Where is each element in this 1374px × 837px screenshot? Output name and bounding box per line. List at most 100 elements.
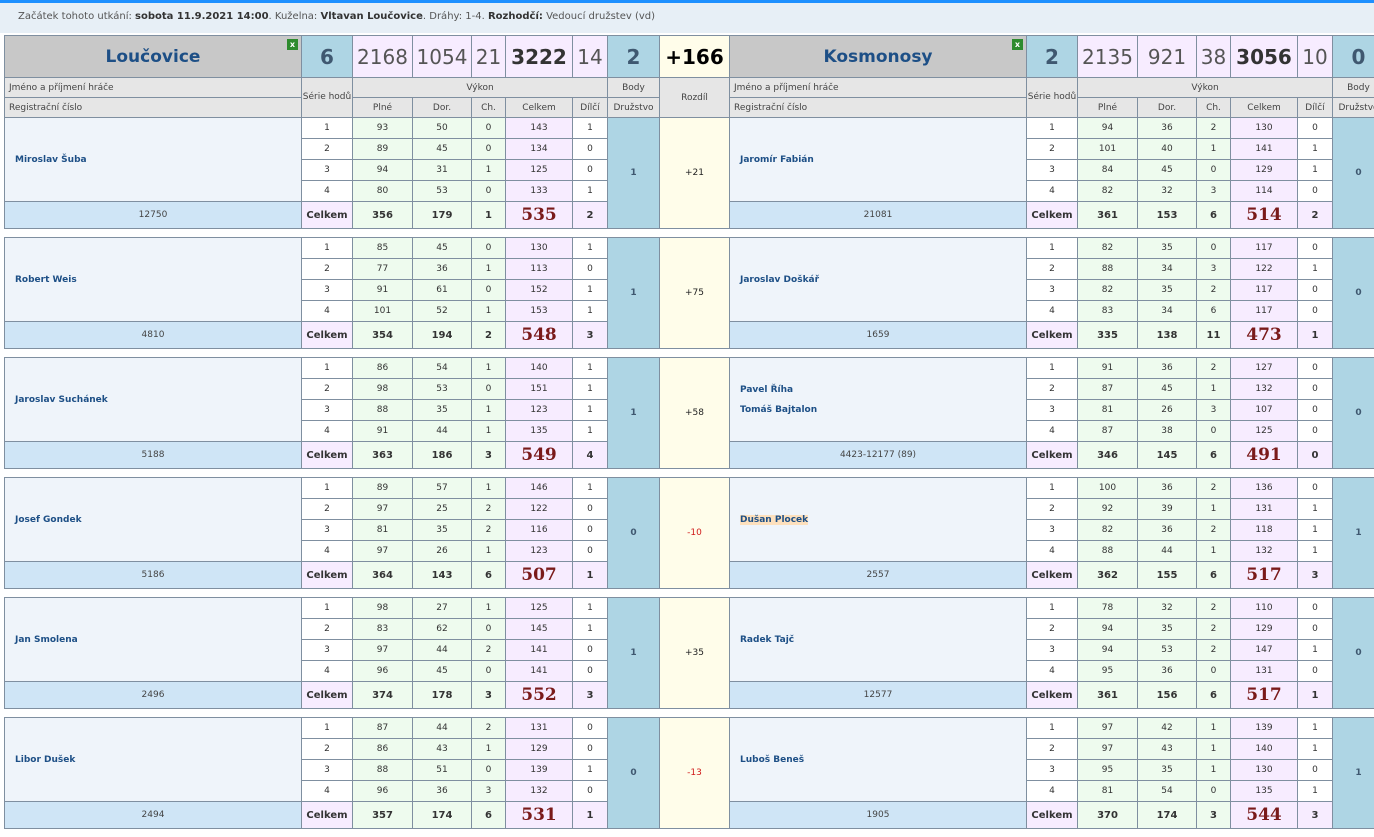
total-label: Celkem: [1026, 321, 1078, 349]
clear-cell: 53: [412, 378, 472, 400]
match-separator: [4, 348, 1374, 358]
home-total: 3222: [505, 35, 573, 78]
home-player-points: 0: [607, 717, 660, 829]
errors-cell: 0: [1196, 660, 1231, 682]
total-total-cell: 507: [505, 561, 573, 589]
home-player-name[interactable]: Robert Weis: [4, 237, 302, 322]
header-team: Družstvo: [1332, 97, 1374, 118]
series-cell: 4: [1026, 300, 1078, 322]
full-total-cell: 361: [1077, 681, 1138, 709]
series-cell: 1: [301, 237, 353, 259]
header-partial: Dílčí: [572, 97, 608, 118]
total-cell: 140: [1230, 738, 1298, 760]
full-cell: 87: [1077, 420, 1138, 442]
away-player-name[interactable]: Dušan Plocek: [729, 477, 1027, 562]
clear-cell: 35: [1137, 279, 1197, 301]
full-cell: 97: [1077, 738, 1138, 760]
total-label: Celkem: [301, 561, 353, 589]
away-player-name[interactable]: Jaromír Fabián: [729, 117, 1027, 202]
header-clear: Dor.: [1137, 97, 1197, 118]
home-team-name[interactable]: Loučovice x: [4, 35, 302, 78]
series-cell: 4: [1026, 180, 1078, 202]
total-cell: 141: [1230, 138, 1298, 160]
partial-total-cell: 2: [572, 201, 608, 229]
away-player-name[interactable]: Pavel Říha Tomáš Bajtalon: [729, 357, 1027, 442]
header-series: Série hodů: [301, 77, 353, 118]
full-cell: 91: [1077, 357, 1138, 379]
partial-cell: 0: [572, 498, 608, 520]
clear-total-cell: 179: [412, 201, 472, 229]
clear-cell: 45: [412, 138, 472, 160]
partial-cell: 0: [1297, 618, 1333, 640]
full-cell: 96: [352, 780, 413, 802]
full-cell: 77: [352, 258, 413, 280]
clear-cell: 36: [412, 258, 472, 280]
errors-cell: 2: [1196, 357, 1231, 379]
home-registration-number: 5188: [4, 441, 302, 469]
partial-cell: 0: [1297, 300, 1333, 322]
total-label: Celkem: [301, 321, 353, 349]
partial-total-cell: 3: [1297, 801, 1333, 829]
errors-cell: 1: [1196, 378, 1231, 400]
close-icon[interactable]: x: [1012, 39, 1023, 50]
errors-cell: 1: [471, 540, 506, 562]
home-player-name[interactable]: Miroslav Šuba: [4, 117, 302, 202]
away-team-name[interactable]: Kosmonosy x: [729, 35, 1027, 78]
header-total: Celkem: [1230, 97, 1298, 118]
errors-cell: 0: [471, 660, 506, 682]
full-cell: 82: [1077, 519, 1138, 541]
partial-cell: 1: [572, 300, 608, 322]
home-team-label: Loučovice: [105, 46, 201, 67]
total-total-cell: 491: [1230, 441, 1298, 469]
home-player-points: 1: [607, 237, 660, 349]
series-cell: 3: [1026, 159, 1078, 181]
clear-cell: 45: [1137, 378, 1197, 400]
series-cell: 3: [301, 759, 353, 781]
partial-cell: 1: [572, 237, 608, 259]
home-player-name[interactable]: Jaroslav Suchánek: [4, 357, 302, 442]
errors-total-cell: 3: [471, 441, 506, 469]
total-cell: 110: [1230, 597, 1298, 619]
home-player-name[interactable]: Jan Smolena: [4, 597, 302, 682]
total-cell: 133: [505, 180, 573, 202]
header-row-1: Jméno a příjmení hráče Série hodů Výkon …: [4, 77, 1374, 118]
header-errors: Ch.: [1196, 97, 1231, 118]
clear-cell: 62: [412, 618, 472, 640]
home-clear: 1054: [412, 35, 472, 78]
clear-cell: 53: [412, 180, 472, 202]
away-player-name[interactable]: Radek Tajč: [729, 597, 1027, 682]
total-total-cell: 514: [1230, 201, 1298, 229]
away-player-points: 1: [1332, 717, 1374, 829]
away-player-name[interactable]: Jaroslav Doškář: [729, 237, 1027, 322]
match-separator: [4, 228, 1374, 238]
clear-total-cell: 155: [1137, 561, 1197, 589]
away-registration-number: 1905: [729, 801, 1027, 829]
partial-cell: 0: [1297, 477, 1333, 499]
partial-total-cell: 3: [572, 681, 608, 709]
errors-cell: 1: [471, 420, 506, 442]
series-cell: 4: [301, 420, 353, 442]
clear-cell: 50: [412, 117, 472, 139]
full-cell: 78: [1077, 597, 1138, 619]
errors-total-cell: 3: [471, 681, 506, 709]
series-cell: 2: [301, 138, 353, 160]
series-cell: 1: [301, 717, 353, 739]
total-cell: 114: [1230, 180, 1298, 202]
partial-cell: 0: [572, 138, 608, 160]
home-player-name[interactable]: Libor Dušek: [4, 717, 302, 802]
total-cell: 136: [1230, 477, 1298, 499]
total-cell: 147: [1230, 639, 1298, 661]
errors-cell: 2: [1196, 279, 1231, 301]
clear-cell: 36: [1137, 117, 1197, 139]
team-summary-row: Loučovice x 6 2168 1054 21 3222 14 2 +166…: [4, 35, 1374, 78]
partial-cell: 1: [572, 597, 608, 619]
series-cell: 4: [301, 300, 353, 322]
home-player-name[interactable]: Josef Gondek: [4, 477, 302, 562]
close-icon[interactable]: x: [287, 39, 298, 50]
total-cell: 131: [505, 717, 573, 739]
clear-cell: 26: [1137, 399, 1197, 421]
total-cell: 129: [1230, 159, 1298, 181]
total-cell: 132: [1230, 540, 1298, 562]
player-name-text: Josef Gondek: [15, 514, 82, 525]
away-player-name[interactable]: Luboš Beneš: [729, 717, 1027, 802]
